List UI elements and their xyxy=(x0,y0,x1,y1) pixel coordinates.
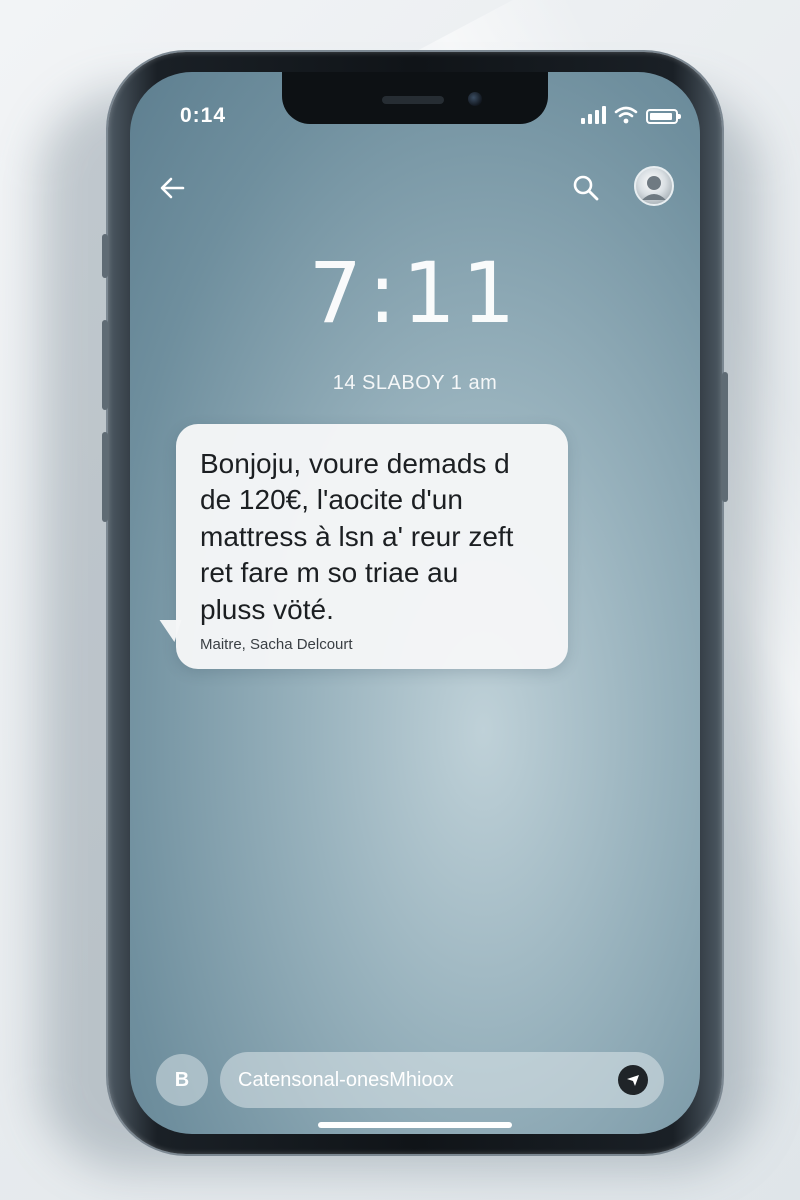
status-icons xyxy=(581,106,681,124)
search-icon xyxy=(573,175,599,201)
battery-icon xyxy=(646,109,681,124)
search-button[interactable] xyxy=(564,166,608,210)
phone-frame: 0:14 7:11 14 SLABOY 1 am Bonjoju, voure … xyxy=(102,52,728,1154)
back-arrow-icon xyxy=(160,177,185,199)
status-time: 0:14 xyxy=(180,104,227,127)
lock-date: 14 SLABOY 1 am xyxy=(332,372,498,394)
attach-button[interactable]: B xyxy=(156,1054,208,1106)
notch xyxy=(282,72,548,124)
power-button xyxy=(722,372,728,502)
front-camera xyxy=(468,92,482,106)
send-button[interactable] xyxy=(618,1065,648,1095)
message-text: Bonjoju, voure demads d de 120€, l'aocit… xyxy=(200,448,514,625)
avatar[interactable] xyxy=(634,166,674,206)
phone-screen: 0:14 7:11 14 SLABOY 1 am Bonjoju, voure … xyxy=(130,72,700,1134)
silent-switch xyxy=(102,234,108,278)
earpiece-speaker xyxy=(382,96,444,104)
compose-bar: B Catensonal-onesMhioox xyxy=(156,1052,678,1108)
message-input[interactable]: Catensonal-onesMhioox xyxy=(220,1052,664,1108)
back-button[interactable] xyxy=(150,166,194,210)
send-icon xyxy=(627,1075,639,1086)
signal-icon xyxy=(581,106,606,124)
message-sender: Maitre, Sacha Delcourt xyxy=(200,635,353,653)
home-indicator[interactable] xyxy=(318,1122,512,1128)
scene-background: 0:14 7:11 14 SLABOY 1 am Bonjoju, voure … xyxy=(0,0,800,1200)
wifi-icon xyxy=(614,106,638,124)
lock-clock: 7:11 xyxy=(308,244,522,342)
volume-down-button xyxy=(102,432,108,522)
message-bubble[interactable]: Bonjoju, voure demads d de 120€, l'aocit… xyxy=(176,424,568,669)
avatar-icon xyxy=(642,176,666,200)
volume-up-button xyxy=(102,320,108,410)
